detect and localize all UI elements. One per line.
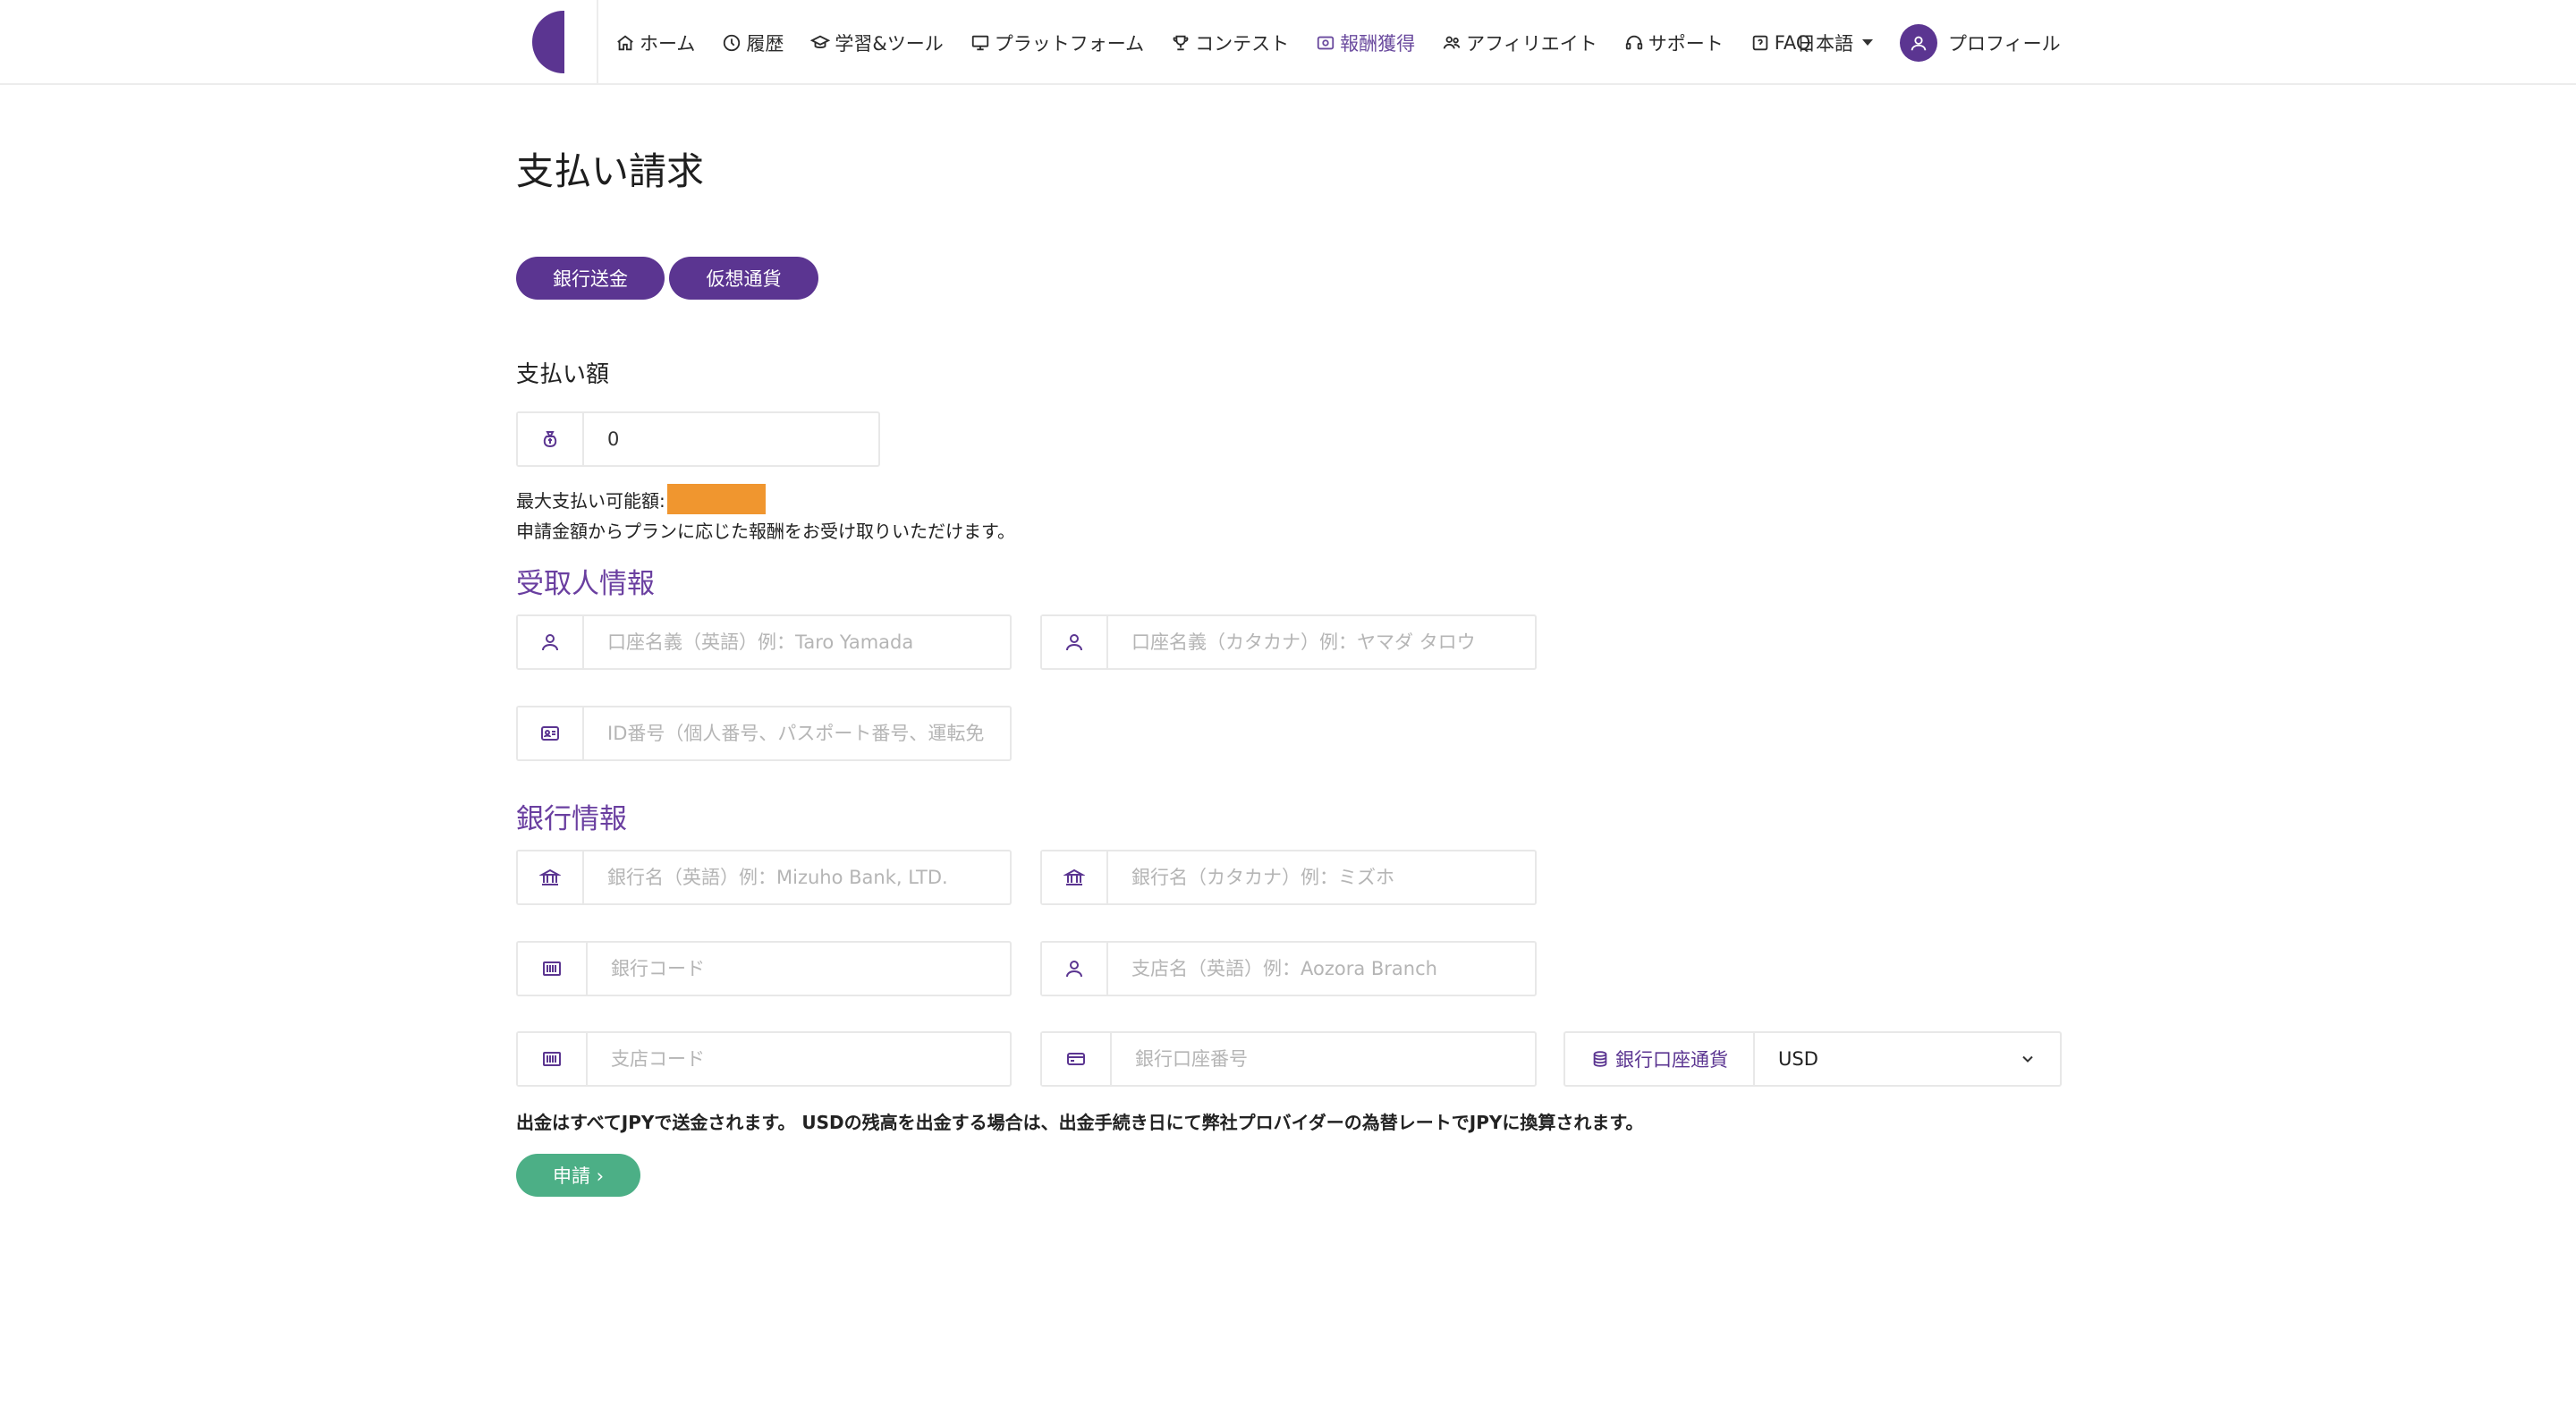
name-kana-addon	[1042, 616, 1108, 668]
caret-down-icon	[1862, 39, 1873, 46]
bank-icon	[539, 868, 561, 885]
user-icon	[1066, 961, 1082, 978]
profile-menu[interactable]: プロフィール	[1900, 0, 2061, 85]
tab-crypto[interactable]: 仮想通貨	[669, 257, 818, 300]
id-card-icon	[541, 726, 559, 741]
bank-code-addon	[518, 943, 588, 995]
bank-name-en-input[interactable]	[584, 851, 1010, 903]
nav-item-platform[interactable]: プラットフォーム	[970, 0, 1144, 85]
graduation-cap-icon	[810, 35, 831, 48]
nav-item-home[interactable]: ホーム	[615, 0, 695, 85]
amount-input-group	[516, 411, 880, 467]
bank-name-en-addon	[518, 851, 584, 903]
bank-name-kana-group	[1040, 850, 1537, 905]
max-amount-line: 最大支払い可能額:	[516, 484, 766, 514]
chevron-down-icon	[2022, 1055, 2033, 1063]
nav-item-history[interactable]: 履歴	[722, 0, 784, 85]
nav-item-label: ホーム	[640, 32, 696, 55]
max-amount-label: 最大支払い可能額:	[516, 489, 665, 512]
question-icon	[1752, 35, 1767, 50]
redacted-max-amount	[666, 484, 766, 514]
nav-item-label: 履歴	[746, 32, 784, 55]
bank-name-kana-input[interactable]	[1108, 851, 1535, 903]
bank-icon	[1063, 868, 1085, 885]
nav-item-label: プラットフォーム	[994, 32, 1145, 55]
user-icon	[1066, 634, 1082, 651]
user-icon	[1911, 36, 1927, 50]
branch-name-addon	[1042, 943, 1108, 995]
name-kana-group	[1040, 614, 1537, 670]
tab-bank-transfer[interactable]: 銀行送金	[516, 257, 665, 300]
profile-label: プロフィール	[1948, 32, 2061, 55]
currency-label: 銀行口座通貨	[1565, 1033, 1755, 1085]
bank-heading: 銀行情報	[516, 803, 627, 835]
currency-value: USD	[1778, 1048, 1818, 1070]
nav-item-label: 報酬獲得	[1340, 32, 1416, 55]
branch-code-input[interactable]	[588, 1033, 1010, 1085]
avatar	[1900, 23, 1937, 62]
amount-label: 支払い額	[516, 361, 610, 388]
clock-icon	[724, 34, 741, 51]
reward-icon	[1317, 36, 1335, 49]
monitor-icon	[971, 35, 988, 50]
bank-code-group	[516, 941, 1012, 996]
bank-name-en-group	[516, 850, 1012, 905]
branch-code-group	[516, 1031, 1012, 1087]
logo[interactable]	[532, 11, 564, 73]
amount-addon	[518, 413, 584, 465]
name-en-group	[516, 614, 1012, 670]
page-title: 支払い請求	[516, 149, 705, 193]
divider	[597, 0, 598, 85]
barcode-icon	[543, 1052, 561, 1066]
nav-item-label: 学習&ツール	[835, 32, 944, 55]
account-name-en-input[interactable]	[584, 616, 1010, 668]
nav-item-rewards[interactable]: 報酬獲得	[1316, 0, 1415, 85]
id-number-input[interactable]	[584, 707, 1010, 759]
recipient-heading: 受取人情報	[516, 568, 655, 600]
submit-button[interactable]: 申請 ›	[516, 1154, 640, 1197]
amount-input[interactable]	[584, 413, 878, 465]
nav-item-learning[interactable]: 学習&ツール	[810, 0, 944, 85]
language-dropdown[interactable]: 日本語	[1797, 0, 1873, 85]
user-icon	[542, 634, 558, 651]
account-name-kana-input[interactable]	[1108, 616, 1535, 668]
barcode-icon	[543, 961, 561, 976]
nav-item-affiliate[interactable]: アフィリエイト	[1442, 0, 1597, 85]
nav-item-label: コンテスト	[1195, 32, 1290, 55]
main-nav: ホーム 履歴 学習&ツール プラットフォーム コンテスト 報酬獲得 アフィリエイ…	[615, 0, 1837, 85]
account-number-addon	[1042, 1033, 1112, 1085]
nav-item-label: アフィリエイト	[1466, 32, 1597, 55]
nav-item-support[interactable]: サポート	[1624, 0, 1724, 85]
account-number-group	[1040, 1031, 1537, 1087]
card-icon	[1067, 1053, 1085, 1065]
branch-name-en-input[interactable]	[1108, 943, 1535, 995]
headset-icon	[1625, 35, 1642, 49]
currency-label-text: 銀行口座通貨	[1615, 1049, 1728, 1071]
nav-item-contest[interactable]: コンテスト	[1171, 0, 1289, 85]
id-number-group	[516, 706, 1012, 761]
bank-code-input[interactable]	[588, 943, 1010, 995]
currency-select-group: 銀行口座通貨 USD	[1563, 1031, 2062, 1087]
currency-select[interactable]: USD	[1755, 1033, 2060, 1085]
name-en-addon	[518, 616, 584, 668]
home-icon	[617, 35, 633, 50]
nav-item-label: サポート	[1648, 32, 1724, 55]
branch-code-addon	[518, 1033, 588, 1085]
money-bag-icon	[543, 431, 557, 448]
top-navbar: ホーム 履歴 学習&ツール プラットフォーム コンテスト 報酬獲得 アフィリエイ…	[0, 0, 2576, 85]
trophy-icon	[1173, 35, 1189, 50]
account-number-input[interactable]	[1112, 1033, 1535, 1085]
coins-icon	[1593, 1051, 1607, 1067]
amount-note: 申請金額からプランに応じた報酬をお受け取りいただけます。	[516, 521, 1015, 542]
id-number-addon	[518, 707, 584, 759]
users-icon	[1443, 36, 1461, 49]
branch-name-group	[1040, 941, 1537, 996]
language-label: 日本語	[1797, 32, 1853, 55]
bank-name-kana-addon	[1042, 851, 1108, 903]
fx-notice: 出金はすべてJPYで送金されます。 USDの残高を出金する場合は、出金手続き日に…	[516, 1112, 1644, 1133]
